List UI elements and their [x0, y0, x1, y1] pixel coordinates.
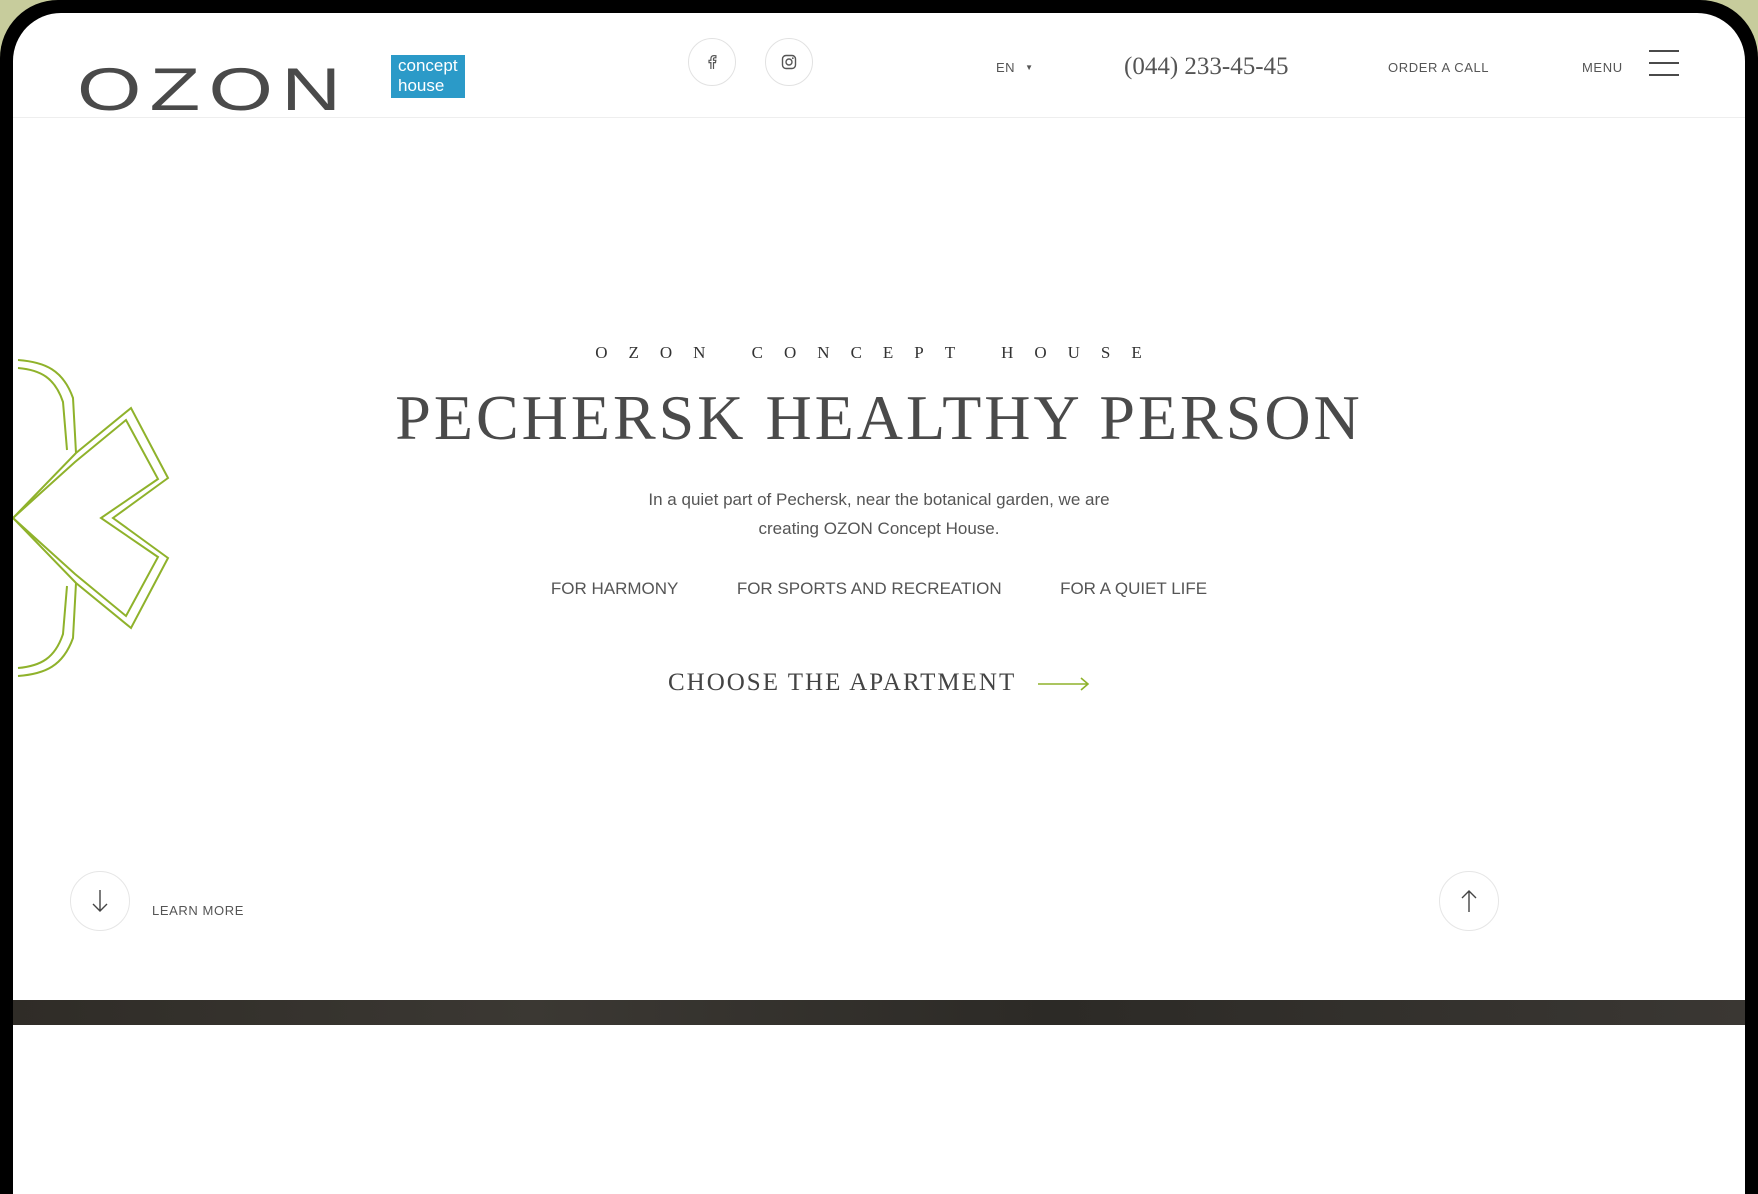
- feature-quiet-life: FOR A QUIET LIFE: [1060, 579, 1208, 598]
- hamburger-menu-icon[interactable]: [1649, 50, 1679, 78]
- arrow-down-icon: [92, 890, 108, 912]
- arrow-up-icon: [1461, 890, 1477, 912]
- site-header: OZON concept house EN ▼ (044) 233-45-45 O: [13, 13, 1745, 123]
- logo[interactable]: OZON concept house: [77, 41, 465, 123]
- instagram-icon: [781, 54, 797, 70]
- learn-more-label[interactable]: LEARN MORE: [152, 903, 244, 918]
- feature-list: FOR HARMONY FOR SPORTS AND RECREATION FO…: [13, 579, 1745, 599]
- arrow-right-icon: [1038, 677, 1090, 691]
- order-call-button[interactable]: ORDER A CALL: [1388, 60, 1489, 75]
- scroll-down-button[interactable]: [70, 871, 130, 931]
- cta-label: CHOOSE THE APARTMENT: [667, 669, 1016, 696]
- menu-label[interactable]: MENU: [1582, 60, 1623, 75]
- phone-link[interactable]: (044) 233-45-45: [1124, 53, 1289, 81]
- next-section-photo: [13, 1000, 1745, 1025]
- language-value: EN: [996, 60, 1016, 75]
- hero-eyebrow: OZON CONCEPT HOUSE: [595, 343, 1163, 362]
- instagram-button[interactable]: [765, 38, 813, 86]
- feature-harmony: FOR HARMONY: [550, 579, 679, 598]
- hero-title: PECHERSK HEALTHY PERSON: [395, 382, 1363, 453]
- facebook-icon: [708, 54, 717, 69]
- logo-tag: concept house: [391, 55, 465, 98]
- browser-screen: OZON concept house EN ▼ (044) 233-45-45 O: [13, 13, 1745, 1194]
- choose-apartment-link[interactable]: CHOOSE THE APARTMENT: [13, 669, 1745, 697]
- facebook-button[interactable]: [688, 38, 736, 86]
- scroll-up-button[interactable]: [1439, 871, 1499, 931]
- device-frame: OZON concept house EN ▼ (044) 233-45-45 O: [0, 0, 1758, 1194]
- caret-down-icon: ▼: [1025, 63, 1034, 72]
- logo-wordmark: OZON: [77, 56, 350, 123]
- language-select[interactable]: EN ▼: [996, 60, 1033, 75]
- hero-description: In a quiet part of Pechersk, near the bo…: [648, 490, 1110, 538]
- feature-sports: FOR SPORTS AND RECREATION: [736, 579, 1002, 598]
